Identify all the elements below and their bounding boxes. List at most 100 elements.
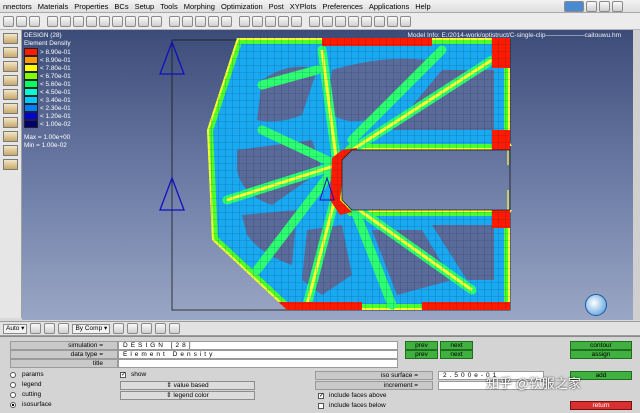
menu-optimization[interactable]: Optimization [218, 2, 266, 11]
tool-icon-9[interactable] [3, 145, 18, 156]
title-label[interactable]: title [10, 359, 118, 368]
simulation-label[interactable]: simulation = [10, 341, 118, 350]
cube-shaded-icon[interactable] [125, 15, 136, 27]
minimize-icon[interactable] [586, 1, 597, 12]
faces-below-checkbox[interactable]: include faces below [318, 402, 386, 409]
find-icon[interactable] [265, 15, 276, 27]
view-front-icon[interactable] [47, 15, 58, 27]
pan-icon[interactable] [208, 15, 219, 27]
tool-icon-5[interactable] [3, 89, 18, 100]
menu-preferences[interactable]: Preferences [319, 2, 365, 11]
legend-entry-label: < 1.00e-02 [40, 120, 71, 128]
menu-tools[interactable]: Tools [157, 2, 181, 11]
legend-swatch [24, 48, 38, 56]
node-icon[interactable] [322, 15, 333, 27]
zoom-in-icon[interactable] [169, 15, 180, 27]
shaded-elements-icon[interactable] [113, 323, 125, 334]
title-value[interactable] [118, 359, 398, 368]
tool-icon-10[interactable] [3, 159, 18, 170]
view-top-icon[interactable] [73, 15, 84, 27]
menu-materials[interactable]: Materials [35, 2, 71, 11]
legend-entry: < 8.90e-01 [24, 56, 79, 64]
menu-connectors[interactable]: nnectors [0, 2, 35, 11]
tool-icon-8[interactable] [3, 131, 18, 142]
data-type-value[interactable]: Element Density [118, 350, 398, 359]
menu-bcs[interactable]: BCs [111, 2, 131, 11]
display-icon[interactable] [278, 15, 289, 27]
legend-swatch [24, 88, 38, 96]
tool-icon-4[interactable] [3, 75, 18, 86]
line-icon[interactable] [361, 15, 372, 27]
menu-help[interactable]: Help [412, 2, 433, 11]
zoom-out-icon[interactable] [182, 15, 193, 27]
point-icon[interactable] [374, 15, 385, 27]
assign-button[interactable]: assign [570, 350, 632, 359]
legend-entry-label: < 2.30e-01 [40, 104, 71, 112]
ball-icon[interactable] [58, 323, 70, 334]
menu-setup[interactable]: Setup [132, 2, 158, 11]
element-icon[interactable] [309, 15, 320, 27]
watermark: 知乎 @软服之家 [486, 376, 581, 391]
filter-icon[interactable] [291, 15, 302, 27]
tool-icon-2[interactable] [3, 47, 18, 58]
by-comp-select[interactable]: By Comp ▾ [72, 323, 111, 334]
value-based-toggle[interactable]: ⇕ value based [120, 381, 255, 390]
main-toolbar [0, 13, 640, 30]
cube-wire-icon[interactable] [112, 15, 123, 27]
auto-select[interactable]: Auto ▾ [3, 323, 28, 334]
radio-cutting[interactable]: cutting [10, 391, 41, 398]
save-file-icon[interactable] [16, 15, 27, 27]
legend-color-toggle[interactable]: ⇕ legend color [120, 391, 255, 400]
cube-side-icon[interactable] [138, 15, 149, 27]
legend-entry-label: < 1.20e-01 [40, 112, 71, 120]
spin-icon[interactable] [221, 15, 232, 27]
increment-label[interactable]: increment = [315, 381, 433, 390]
unmask-icon[interactable] [252, 15, 263, 27]
simulation-next-button[interactable]: next [440, 341, 473, 350]
mesh-lines-icon[interactable] [127, 323, 139, 334]
open-file-icon[interactable] [3, 15, 14, 27]
datatype-prev-button[interactable]: prev [405, 350, 438, 359]
clip-icon[interactable] [169, 323, 181, 334]
feature-lines-icon[interactable] [141, 323, 153, 334]
menu-post[interactable]: Post [266, 2, 287, 11]
vector-icon[interactable] [400, 15, 411, 27]
transparency-icon[interactable] [155, 323, 167, 334]
simulation-value[interactable]: DESIGN [28] [118, 341, 398, 350]
faces-above-checkbox[interactable]: ✓ include faces above [318, 392, 386, 399]
altair-logo-icon [585, 294, 607, 316]
tool-icon-3[interactable] [3, 61, 18, 72]
contour-button[interactable]: contour [570, 341, 632, 350]
data-type-label[interactable]: data type = [10, 350, 118, 359]
menu-morphing[interactable]: Morphing [181, 2, 218, 11]
datatype-next-button[interactable]: next [440, 350, 473, 359]
show-checkbox[interactable]: ✓ show [120, 371, 146, 378]
display-mode-icon[interactable] [30, 323, 42, 334]
graphics-viewport[interactable]: DESIGN (28) Element Density > 8.90e-01 < … [22, 30, 633, 320]
menu-properties[interactable]: Properties [71, 2, 111, 11]
system-icon[interactable] [387, 15, 398, 27]
undo-icon[interactable] [29, 15, 40, 27]
maximize-icon[interactable] [599, 1, 610, 12]
tool-icon-1[interactable] [3, 33, 18, 44]
solid-icon[interactable] [348, 15, 359, 27]
menu-applications[interactable]: Applications [366, 2, 412, 11]
tool-icon-7[interactable] [3, 117, 18, 128]
view-back-icon[interactable] [60, 15, 71, 27]
radio-params[interactable]: params [10, 371, 44, 378]
menu-xyplots[interactable]: XYPlots [287, 2, 320, 11]
close-icon[interactable] [612, 1, 623, 12]
surface-icon[interactable] [335, 15, 346, 27]
rotate-icon[interactable] [151, 15, 162, 27]
radio-legend[interactable]: legend [10, 381, 42, 388]
return-button[interactable]: return [570, 401, 632, 410]
iso-surface-label[interactable]: iso surface = [315, 371, 433, 380]
radio-isosurface[interactable]: isosurface [10, 401, 52, 408]
mask-icon[interactable] [239, 15, 250, 27]
cube-icon[interactable] [99, 15, 110, 27]
view-iso-icon[interactable] [86, 15, 97, 27]
simulation-prev-button[interactable]: prev [405, 341, 438, 350]
tool-icon-6[interactable] [3, 103, 18, 114]
fit-icon[interactable] [195, 15, 206, 27]
shade-mode-icon[interactable] [44, 323, 56, 334]
